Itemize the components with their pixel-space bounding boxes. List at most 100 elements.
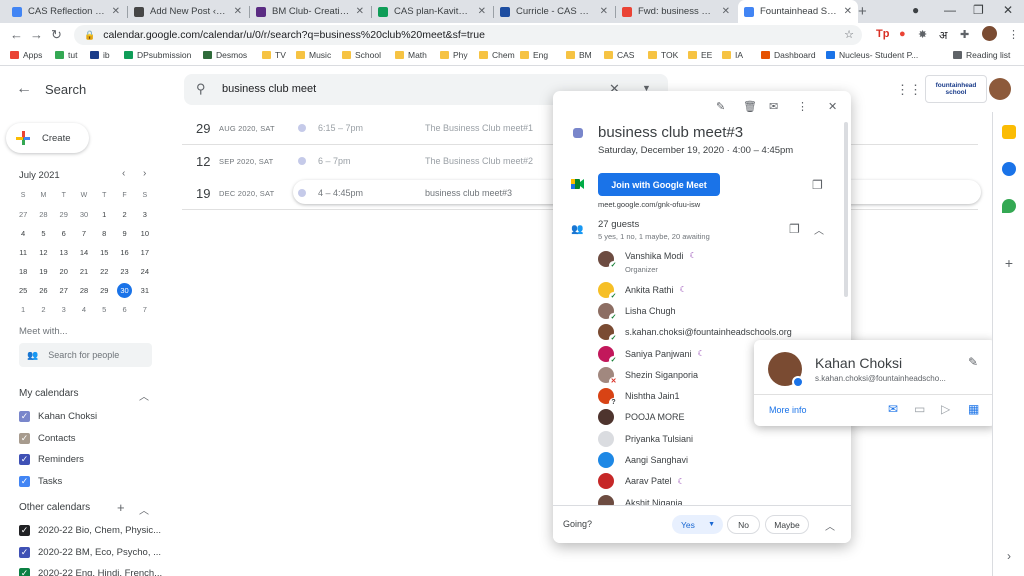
mini-calendar-day[interactable]: 24	[135, 267, 155, 276]
result-title[interactable]: business club meet#3	[425, 188, 512, 198]
mini-calendar-day[interactable]: 2	[114, 210, 134, 219]
calendar-checkbox[interactable]: ✓	[19, 475, 30, 487]
bookmark-item[interactable]: Math	[395, 50, 427, 60]
mini-calendar-day[interactable]: 20	[54, 267, 74, 276]
bookmark-item[interactable]: Dashboard	[761, 50, 816, 60]
bookmark-item[interactable]: Eng	[520, 50, 548, 60]
email-guests-icon[interactable]: ✉	[769, 100, 778, 113]
search-people-input[interactable]: 👥 Search for people	[19, 343, 152, 367]
browser-tab[interactable]: Fwd: business club ev ✕	[616, 0, 736, 23]
minimize-icon[interactable]: —	[944, 3, 956, 17]
close-window-icon[interactable]: ✕	[1003, 3, 1013, 17]
mini-calendar-day[interactable]: 1	[94, 210, 114, 219]
bookmark-item[interactable]: TV	[262, 50, 286, 60]
new-tab-plus-icon[interactable]: +	[858, 3, 867, 20]
mini-calendar-day[interactable]: 8	[94, 229, 114, 238]
other-calendars-collapse-icon[interactable]: ︿	[139, 502, 149, 517]
mini-calendar-day[interactable]: 30	[74, 210, 94, 219]
calendar-checkbox[interactable]: ✓	[19, 454, 30, 465]
browser-tab[interactable]: CAS Reflection format ✕	[6, 0, 126, 23]
my-calendars-title[interactable]: My calendars	[19, 388, 78, 399]
mini-calendar-day[interactable]: 7	[135, 305, 155, 314]
mini-calendar-day[interactable]: 11	[13, 248, 33, 257]
collapse-guests-icon[interactable]: ︿	[814, 222, 824, 237]
calendar-checkbox[interactable]: ✓	[19, 546, 30, 558]
bookmark-item[interactable]: EE	[688, 50, 712, 60]
bookmark-item[interactable]: Phy	[440, 50, 468, 60]
mini-calendar-day[interactable]: 29	[94, 286, 114, 295]
browser-tab[interactable]: Fountainhead School ✕	[738, 0, 858, 23]
mini-calendar-day[interactable]: 17	[135, 248, 155, 257]
reading-list-button[interactable]: Reading list	[953, 50, 1010, 60]
guest-item[interactable]: ✓ Ankita Rathi ☾	[598, 279, 838, 301]
my-calendars-collapse-icon[interactable]: ︿	[139, 388, 149, 403]
mini-calendar-day[interactable]: 27	[13, 210, 33, 219]
mini-calendar-today[interactable]: 30	[114, 283, 134, 298]
bookmark-item[interactable]: DPsubmission	[124, 50, 191, 60]
bookmark-item[interactable]: Desmos	[203, 50, 247, 60]
prev-month-icon[interactable]: ‹	[122, 168, 125, 179]
mini-calendar-day[interactable]: 9	[114, 229, 134, 238]
video-call-icon[interactable]: ▷	[941, 402, 950, 416]
mini-calendar-day[interactable]: 3	[54, 305, 74, 314]
other-calendars-title[interactable]: Other calendars	[19, 502, 90, 513]
send-email-icon[interactable]: ✉	[888, 402, 898, 416]
mini-calendar-day[interactable]: 2	[33, 305, 53, 314]
browser-tab[interactable]: Curricle - CAS Class o ✕	[494, 0, 614, 23]
close-popup-icon[interactable]: ✕	[828, 100, 837, 113]
calendar-checkbox[interactable]: ✓	[19, 568, 30, 576]
add-calendar-icon[interactable]: +	[117, 500, 125, 515]
next-month-icon[interactable]: ›	[143, 168, 146, 179]
mini-calendar-day[interactable]: 10	[135, 229, 155, 238]
close-tab-icon[interactable]: ✕	[356, 6, 364, 17]
mini-calendar-day[interactable]: 6	[114, 305, 134, 314]
mini-calendar-day[interactable]: 22	[94, 267, 114, 276]
rsvp-yes-button[interactable]: Yes ▼	[672, 515, 723, 534]
edit-contact-icon[interactable]: ✎	[968, 355, 978, 369]
rsvp-no-button[interactable]: No	[727, 515, 760, 534]
bookmark-item[interactable]: BM	[566, 50, 592, 60]
guest-item[interactable]: ✓ Lisha Chugh	[598, 300, 838, 322]
bookmark-item[interactable]: Music	[296, 50, 331, 60]
address-bar[interactable]: 🔒 calendar.google.com/calendar/u/0/r/sea…	[74, 25, 862, 45]
calendar-item[interactable]: ✓ Contacts	[19, 432, 76, 444]
bookmark-star-icon[interactable]: ☆	[844, 28, 854, 41]
expand-rsvp-icon[interactable]: ︿	[825, 518, 835, 533]
tasks-icon[interactable]	[1002, 162, 1016, 176]
mini-calendar-day[interactable]: 18	[13, 267, 33, 276]
expand-panel-icon[interactable]: ›	[1002, 549, 1016, 563]
mini-calendar-day[interactable]: 19	[33, 267, 53, 276]
bookmark-item[interactable]: ib	[90, 50, 110, 60]
copy-guests-icon[interactable]: ❐	[789, 222, 800, 236]
calendar-item[interactable]: ✓ Reminders	[19, 454, 84, 465]
back-arrow-icon[interactable]: ←	[16, 80, 32, 98]
extension-tp-icon[interactable]: Tp	[876, 28, 889, 40]
mini-calendar-day[interactable]: 21	[74, 267, 94, 276]
mini-calendar-day[interactable]: 31	[135, 286, 155, 295]
edit-event-icon[interactable]: ✎	[716, 100, 725, 113]
mini-calendar-day[interactable]: 25	[13, 286, 33, 295]
extension-hindi-icon[interactable]: अ	[939, 28, 947, 43]
create-button[interactable]: Create	[6, 123, 89, 153]
join-meet-button[interactable]: Join with Google Meet	[598, 173, 720, 196]
profile-avatar[interactable]	[982, 26, 997, 41]
calendar-item[interactable]: ✓ 2020-22 Bio, Chem, Physic...	[19, 525, 161, 536]
mini-calendar-day[interactable]: 14	[74, 248, 94, 257]
mini-calendar-day[interactable]: 3	[135, 210, 155, 219]
back-icon[interactable]: ←	[10, 27, 23, 42]
meet-link[interactable]: meet.google.com/gnk-ofuu-isw	[598, 200, 700, 209]
browser-tab[interactable]: Add New Post ‹ — Wo ✕	[128, 0, 248, 23]
bookmark-item[interactable]: School	[342, 50, 381, 60]
close-tab-icon[interactable]: ✕	[600, 6, 608, 17]
keep-icon[interactable]	[1002, 125, 1016, 139]
rsvp-dropdown-icon[interactable]: ▼	[708, 521, 715, 528]
close-tab-icon[interactable]: ✕	[112, 6, 120, 17]
maximize-icon[interactable]: ❐	[973, 3, 984, 17]
schedule-icon[interactable]: ▦	[968, 402, 979, 416]
browser-tab[interactable]: CAS plan-Kavita Agar ✕	[372, 0, 492, 23]
mini-calendar-day[interactable]: 7	[74, 229, 94, 238]
mini-calendar-day[interactable]: 16	[114, 248, 134, 257]
add-addon-icon[interactable]: +	[1002, 256, 1016, 270]
bookmark-item[interactable]: tut	[55, 50, 77, 60]
mini-calendar-day[interactable]: 6	[54, 229, 74, 238]
